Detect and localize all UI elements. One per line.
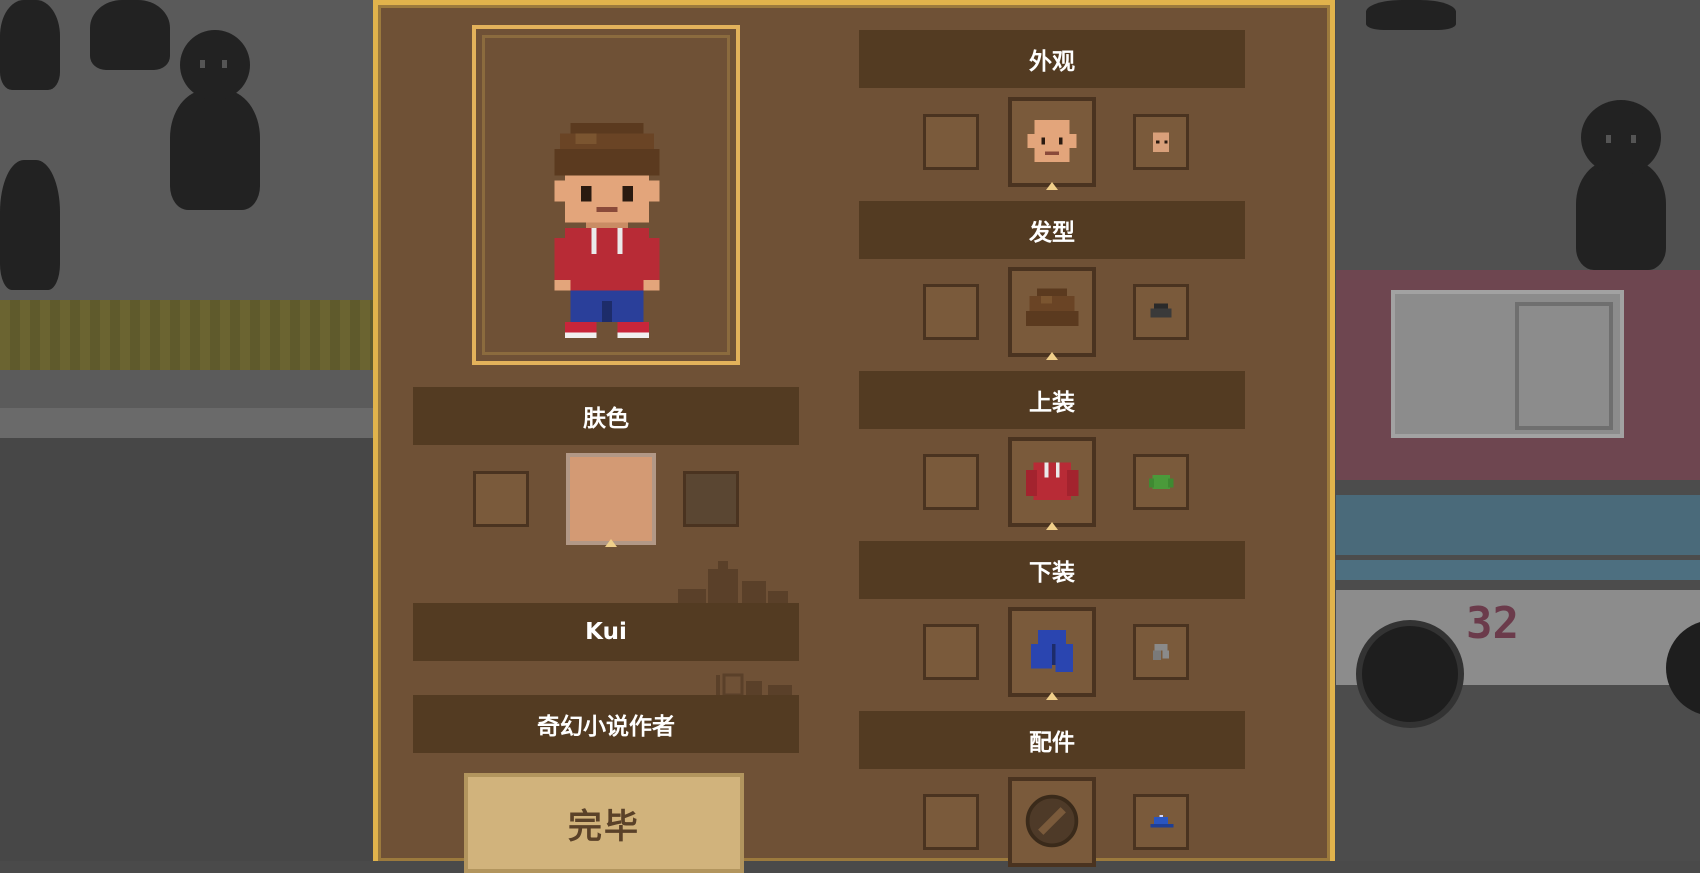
background-road bbox=[0, 438, 375, 861]
character-creation-panel: 肤色 Kui 奇幻小说作者 完毕 外观 发型 上装 下装 配件 bbox=[373, 0, 1335, 873]
top-prev-button[interactable] bbox=[923, 454, 979, 510]
category-label-appearance: 外观 bbox=[859, 30, 1245, 88]
skin-color-label: 肤色 bbox=[413, 387, 799, 445]
green-top-icon bbox=[1148, 475, 1174, 489]
character-preview bbox=[554, 123, 660, 338]
bottom-prev-button[interactable] bbox=[923, 624, 979, 680]
selection-caret bbox=[1046, 182, 1058, 190]
selection-caret bbox=[605, 539, 617, 547]
top-next-button[interactable] bbox=[1133, 454, 1189, 510]
accessory-prev-button[interactable] bbox=[923, 794, 979, 850]
bottom-current-option[interactable] bbox=[1008, 607, 1096, 697]
npc-silhouette bbox=[90, 0, 170, 70]
background-right-scene: 32 bbox=[1336, 0, 1700, 861]
appearance-prev-button[interactable] bbox=[923, 114, 979, 170]
furniture-decoration-icon bbox=[716, 673, 792, 695]
occupation-field[interactable]: 奇幻小说作者 bbox=[413, 695, 799, 753]
npc-silhouette bbox=[0, 160, 60, 290]
skin-color-current-swatch[interactable] bbox=[566, 453, 656, 545]
no-accessory-icon bbox=[1025, 794, 1079, 848]
npc-silhouette bbox=[170, 30, 260, 210]
background-fence bbox=[0, 300, 375, 370]
selection-caret bbox=[1046, 522, 1058, 530]
background-curb bbox=[0, 370, 375, 408]
selection-caret bbox=[1046, 352, 1058, 360]
hairstyle-next-button[interactable] bbox=[1133, 284, 1189, 340]
bus: 32 bbox=[1336, 270, 1700, 728]
hair-small-icon bbox=[1150, 303, 1172, 318]
hairstyle-current-option[interactable] bbox=[1008, 267, 1096, 357]
skin-color-prev-button[interactable] bbox=[473, 471, 529, 527]
gray-pants-icon bbox=[1152, 643, 1170, 661]
hairstyle-prev-button[interactable] bbox=[923, 284, 979, 340]
category-label-top: 上装 bbox=[859, 371, 1245, 429]
hair-icon bbox=[1025, 288, 1079, 326]
blue-pants-icon bbox=[1031, 630, 1073, 672]
accessory-next-button[interactable] bbox=[1133, 794, 1189, 850]
bus-wheel bbox=[1356, 620, 1464, 728]
blue-cap-icon bbox=[1150, 815, 1174, 828]
city-decoration-icon bbox=[678, 561, 788, 605]
skin-color-next-button[interactable] bbox=[683, 471, 739, 527]
npc-silhouette bbox=[1576, 100, 1666, 270]
category-label-bottom: 下装 bbox=[859, 541, 1245, 599]
category-label-accessory: 配件 bbox=[859, 711, 1245, 769]
selection-caret bbox=[1046, 692, 1058, 700]
category-label-hairstyle: 发型 bbox=[859, 201, 1245, 259]
top-current-option[interactable] bbox=[1008, 437, 1096, 527]
face-small-icon bbox=[1152, 132, 1170, 152]
face-icon bbox=[1027, 120, 1077, 162]
appearance-current-option[interactable] bbox=[1008, 97, 1096, 187]
npc-silhouette bbox=[0, 0, 60, 90]
accessory-current-option[interactable] bbox=[1008, 777, 1096, 867]
appearance-next-button[interactable] bbox=[1133, 114, 1189, 170]
red-hoodie-icon bbox=[1025, 462, 1079, 500]
bus-number: 32 bbox=[1466, 598, 1519, 649]
bottom-next-button[interactable] bbox=[1133, 624, 1189, 680]
character-name-field[interactable]: Kui bbox=[413, 603, 799, 661]
background-sidewalk bbox=[0, 408, 375, 438]
npc-silhouette bbox=[1366, 0, 1456, 30]
background-left-scene bbox=[0, 0, 375, 861]
done-button[interactable]: 完毕 bbox=[464, 773, 744, 873]
